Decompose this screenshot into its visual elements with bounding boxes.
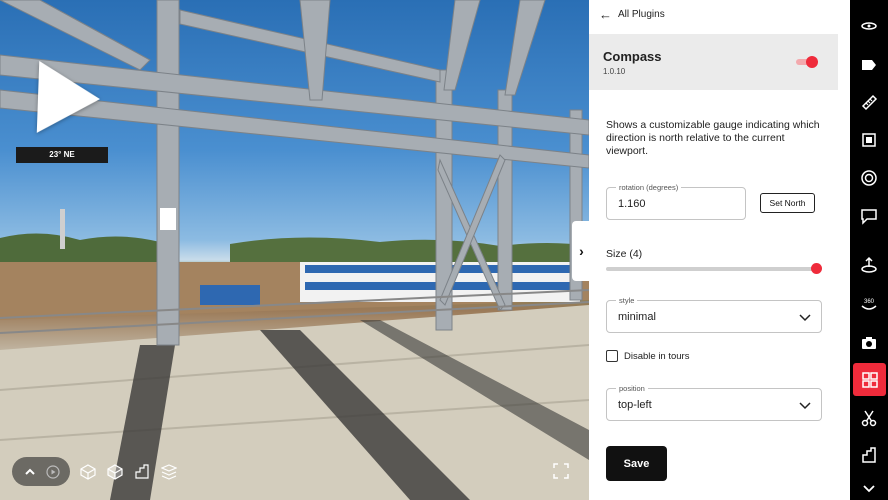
plugin-description: Shows a customizable gauge indicating wh… (606, 119, 820, 157)
comment-icon[interactable] (855, 202, 883, 230)
rotation-input[interactable]: rotation (degrees) 1.160 (606, 182, 746, 220)
slider-rail (606, 267, 820, 271)
position-select[interactable]: position top-left (606, 383, 822, 421)
layers-icon[interactable] (160, 463, 178, 481)
plugin-settings-panel: ← All Plugins Compass 1.0.10 Shows a cus… (589, 0, 850, 500)
disable-in-tours-row[interactable]: Disable in tours (606, 350, 689, 362)
size-slider[interactable] (606, 263, 822, 275)
style-select[interactable]: style minimal (606, 295, 822, 333)
chevron-down-icon[interactable] (855, 475, 883, 500)
play-icon[interactable] (44, 463, 62, 481)
position-value: top-left (618, 399, 652, 411)
position-label: position (616, 383, 648, 394)
tour-controls (12, 457, 70, 486)
navigation-icon[interactable] (855, 12, 883, 40)
plugin-name: Compass (603, 49, 662, 64)
plugin-version: 1.0.10 (603, 67, 626, 76)
plugins-icon[interactable] (853, 363, 886, 396)
disable-in-tours-label: Disable in tours (624, 350, 690, 362)
solid-cube-icon[interactable] (106, 463, 124, 481)
floorplan-icon[interactable] (855, 441, 883, 469)
rotation-value: 1.160 (618, 198, 646, 210)
rotation-label: rotation (degrees) (616, 182, 682, 193)
measure-icon[interactable] (855, 88, 883, 116)
toggle-knob (806, 56, 818, 68)
slider-thumb[interactable] (811, 263, 822, 274)
compass-arrow-icon (36, 60, 102, 136)
floorplan-icon[interactable] (133, 463, 151, 481)
floor-height-icon[interactable] (855, 251, 883, 279)
chevron-up-icon[interactable] (21, 463, 39, 481)
plugin-header: Compass 1.0.10 (589, 34, 838, 90)
set-north-button[interactable]: Set North (760, 193, 815, 213)
back-link-label: All Plugins (618, 9, 665, 20)
scissors-icon[interactable] (855, 404, 883, 432)
arrow-left-icon: ← (599, 7, 612, 22)
target-icon[interactable] (855, 164, 883, 192)
film-icon[interactable] (855, 126, 883, 154)
viewer-toolbar (12, 457, 178, 486)
size-label: Size (4) (606, 248, 643, 260)
tool-rail: 360 (850, 0, 888, 500)
save-button[interactable]: Save (606, 446, 667, 481)
disable-in-tours-checkbox[interactable] (606, 350, 618, 362)
style-label: style (616, 295, 638, 306)
360-view-icon[interactable]: 360 (855, 290, 883, 318)
camera-icon[interactable] (855, 329, 883, 357)
wireframe-cube-icon[interactable] (79, 463, 97, 481)
fullscreen-icon[interactable] (553, 463, 571, 481)
chevron-right-icon: › (579, 243, 584, 259)
plugin-enabled-toggle[interactable] (796, 56, 818, 68)
360-label: 360 (864, 299, 875, 305)
back-to-all-plugins-link[interactable]: ← All Plugins (599, 8, 665, 21)
tag-icon[interactable] (855, 51, 883, 79)
chevron-down-icon (799, 314, 811, 322)
compass-readout: 23° NE (16, 147, 108, 163)
panorama-viewport[interactable]: 23° NE (0, 0, 589, 500)
chevron-down-icon (799, 402, 811, 410)
style-value: minimal (618, 311, 656, 323)
compass-gauge: 23° NE (16, 60, 108, 164)
